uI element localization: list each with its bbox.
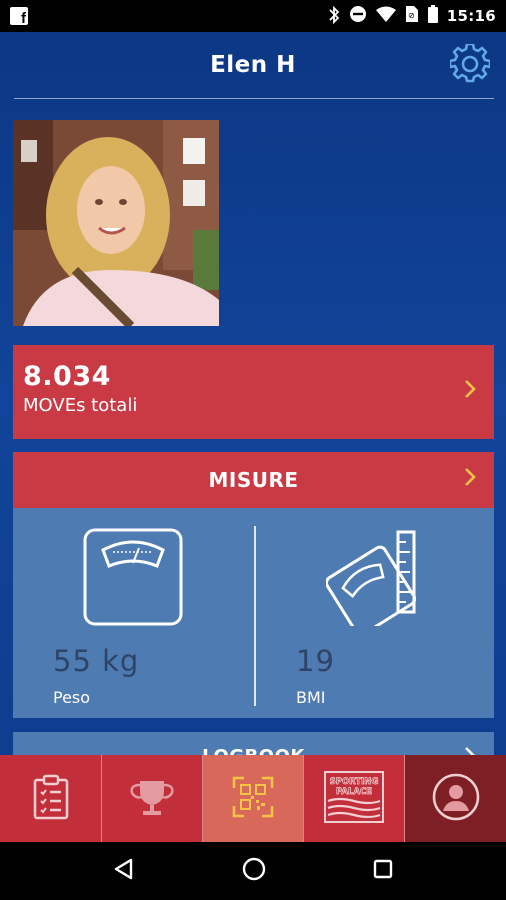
profile-icon — [432, 773, 480, 825]
svg-text:⊘: ⊘ — [408, 11, 415, 20]
weight-label: Peso — [53, 688, 91, 707]
misure-card[interactable]: 55 kg Peso 19 BMI — [13, 508, 494, 718]
svg-text:PALACE: PALACE — [336, 787, 372, 797]
bluetooth-icon — [328, 5, 340, 27]
recents-icon[interactable] — [373, 859, 393, 883]
tab-profile[interactable] — [405, 755, 506, 842]
bottom-tab-bar: SPORTING PALACE — [0, 755, 506, 842]
tab-scan-qr[interactable] — [203, 755, 304, 842]
gear-icon[interactable] — [448, 42, 492, 84]
moves-total-label: MOVEs totali — [23, 395, 138, 416]
profile-photo — [13, 120, 219, 326]
moves-card[interactable]: 8.034 MOVEs totali — [13, 345, 494, 439]
header-divider — [14, 98, 494, 99]
system-navigation-bar — [0, 842, 506, 900]
page-title: Elen H — [210, 52, 296, 78]
do-not-disturb-icon — [349, 5, 367, 27]
home-icon[interactable] — [242, 857, 266, 885]
no-sim-icon: ⊘ — [405, 5, 419, 27]
qr-code-icon — [232, 776, 274, 822]
moves-total-value: 8.034 — [23, 361, 111, 392]
misure-title: MISURE — [208, 468, 299, 492]
misure-header[interactable]: MISURE — [13, 452, 494, 508]
facebook-icon — [10, 7, 28, 27]
weight-metric[interactable]: 55 kg Peso — [13, 508, 253, 718]
clipboard-icon — [33, 774, 69, 824]
bmi-label: BMI — [296, 688, 326, 707]
tab-achievements[interactable] — [102, 755, 203, 842]
trophy-icon — [128, 777, 176, 821]
tab-sporting-palace[interactable]: SPORTING PALACE — [304, 755, 405, 842]
status-bar: ⊘ 15:16 — [0, 0, 506, 32]
scale-icon — [83, 528, 183, 630]
chevron-right-icon — [464, 465, 476, 493]
wifi-icon — [375, 6, 396, 26]
weight-value: 55 kg — [53, 644, 140, 678]
chevron-right-icon — [464, 377, 476, 405]
battery-icon — [427, 5, 438, 27]
back-icon[interactable] — [113, 858, 135, 884]
bmi-value: 19 — [296, 644, 335, 678]
sporting-palace-logo: SPORTING PALACE — [324, 770, 384, 827]
profile-screen: Elen H 8.034 MOVEs totali MISURE 55 kg P… — [0, 32, 506, 842]
bmi-metric[interactable]: 19 BMI — [254, 508, 494, 718]
svg-text:SPORTING: SPORTING — [330, 777, 379, 787]
status-time: 15:16 — [446, 7, 496, 25]
header: Elen H — [0, 32, 506, 98]
tab-activities[interactable] — [0, 755, 102, 842]
scale-ruler-icon — [324, 530, 428, 637]
